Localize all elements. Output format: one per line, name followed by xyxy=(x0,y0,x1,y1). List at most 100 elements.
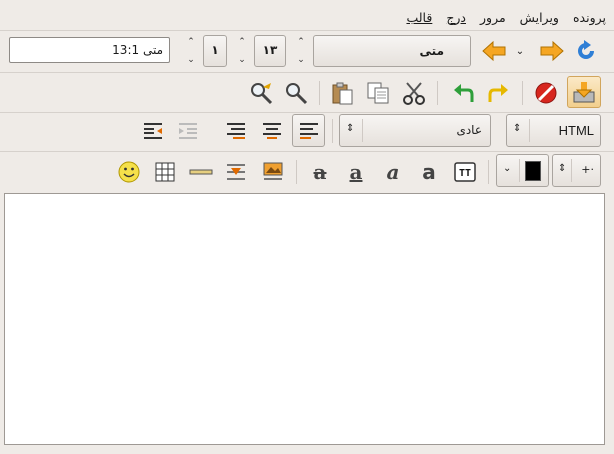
book-value: متی xyxy=(419,44,444,58)
menu-insert[interactable]: درج xyxy=(446,10,466,25)
bold-icon: a xyxy=(422,160,436,184)
spin-down-icon[interactable]: ⌄ xyxy=(297,55,305,65)
back-arrow-icon xyxy=(482,40,506,62)
menu-separator xyxy=(0,30,614,31)
book-combo[interactable]: متی xyxy=(313,35,471,67)
italic-icon: a xyxy=(386,160,400,184)
menu-edit[interactable]: ویرایش xyxy=(520,10,559,25)
font-size-spin[interactable]: ⇕ +· xyxy=(552,154,601,187)
copy-icon xyxy=(367,82,389,104)
toolbar-divider xyxy=(332,119,333,143)
find-button[interactable] xyxy=(280,77,312,109)
align-left-icon xyxy=(300,123,318,139)
redo-icon xyxy=(488,84,508,102)
chevron-updown-icon: ⇕ xyxy=(346,123,355,134)
toolbar-divider xyxy=(522,81,523,105)
spin-down-icon[interactable]: ⌄ xyxy=(238,55,246,65)
forward-button[interactable] xyxy=(536,35,568,67)
align-left-button[interactable] xyxy=(292,114,325,147)
menu-format[interactable]: قالب xyxy=(406,10,432,25)
indent-button[interactable] xyxy=(137,115,169,147)
spin-up-icon[interactable]: ⌃ xyxy=(297,37,305,47)
outdent-button[interactable] xyxy=(172,115,204,147)
combo-divider xyxy=(519,159,520,182)
toolbar-separator xyxy=(0,72,614,73)
align-right-button[interactable] xyxy=(220,115,252,147)
insert-image-button[interactable] xyxy=(257,156,289,188)
editor-mode-value: HTML xyxy=(558,123,594,138)
text-color-button[interactable]: ⌄ xyxy=(496,154,549,187)
editor-mode-combo[interactable]: ⇕ HTML xyxy=(506,114,601,147)
bold-button[interactable]: a xyxy=(413,156,445,188)
chevron-down-icon: ⌄ xyxy=(515,45,525,57)
align-center-icon xyxy=(263,123,281,139)
toolbar-divider xyxy=(319,81,320,105)
insert-horizontal-rule-button[interactable] xyxy=(185,156,217,188)
underline-icon: a xyxy=(349,160,363,184)
save-button[interactable] xyxy=(567,76,601,108)
menu-bar: پرونده ویرایش مرور درج قالب xyxy=(0,4,614,30)
combo-divider xyxy=(571,159,572,182)
location-entry[interactable]: متی 13:1 xyxy=(9,37,170,63)
chapter-spin-arrows[interactable]: ⌃ ⌄ xyxy=(233,37,251,65)
teletype-icon: TT xyxy=(454,162,476,182)
svg-text:TT: TT xyxy=(459,168,471,179)
toolbar-divider xyxy=(488,160,489,184)
italic-button[interactable]: a xyxy=(377,156,409,188)
chevron-updown-icon: ⇕ xyxy=(558,163,567,174)
history-dropdown-button[interactable]: ⌄ xyxy=(508,35,532,67)
verse-spin-arrows[interactable]: ⌃ ⌄ xyxy=(182,37,200,65)
find-replace-button[interactable] xyxy=(245,77,277,109)
combo-divider xyxy=(529,119,530,142)
paste-button[interactable] xyxy=(326,77,358,109)
toolbar-separator xyxy=(0,151,614,152)
paragraph-style-value: عادی xyxy=(456,123,482,137)
chevron-updown-icon: ⇕ xyxy=(513,123,522,134)
spin-up-icon[interactable]: ⌃ xyxy=(238,37,246,47)
table-icon xyxy=(155,162,175,182)
chapter-spin[interactable]: ۱۳ xyxy=(254,35,286,67)
insert-anchor-button[interactable] xyxy=(220,156,252,188)
spin-down-icon[interactable]: ⌄ xyxy=(187,55,195,65)
color-swatch xyxy=(525,161,541,181)
strikethrough-button[interactable]: a xyxy=(304,156,336,188)
image-icon xyxy=(263,162,283,180)
menu-view[interactable]: مرور xyxy=(480,10,506,25)
anchor-icon xyxy=(227,164,245,180)
find-replace-icon xyxy=(251,83,273,105)
copy-button[interactable] xyxy=(362,77,394,109)
refresh-button[interactable] xyxy=(570,35,602,67)
toolbar-separator xyxy=(0,112,614,113)
undo-icon xyxy=(454,84,474,102)
verse-spin[interactable]: ۱ xyxy=(203,35,227,67)
redo-button[interactable] xyxy=(483,77,515,109)
verse-value: ۱ xyxy=(211,43,219,57)
combo-divider xyxy=(362,119,363,142)
refresh-icon xyxy=(578,40,594,59)
toolbar-divider xyxy=(296,160,297,184)
undo-button[interactable] xyxy=(447,77,479,109)
cut-button[interactable] xyxy=(398,77,430,109)
align-center-button[interactable] xyxy=(256,115,288,147)
paragraph-style-combo[interactable]: ⇕ عادی xyxy=(339,114,491,147)
menu-file[interactable]: پرونده xyxy=(573,10,606,25)
horizontal-rule-icon xyxy=(189,169,213,175)
spin-up-icon[interactable]: ⌃ xyxy=(187,37,195,47)
font-size-value: +· xyxy=(581,163,594,176)
toolbar-divider xyxy=(437,81,438,105)
chapter-value: ۱۳ xyxy=(262,43,278,57)
editor-area[interactable] xyxy=(4,193,605,445)
stop-icon xyxy=(535,82,557,104)
chevron-down-icon: ⌄ xyxy=(503,163,512,174)
forward-arrow-icon xyxy=(540,40,564,62)
book-spin-arrows[interactable]: ⌃ ⌄ xyxy=(292,37,310,65)
teletype-button[interactable]: TT xyxy=(449,156,481,188)
strikethrough-icon: a xyxy=(313,160,327,184)
insert-emoticon-button[interactable] xyxy=(113,156,145,188)
insert-table-button[interactable] xyxy=(149,156,181,188)
cancel-button[interactable] xyxy=(530,77,562,109)
back-button[interactable] xyxy=(478,35,510,67)
smiley-icon xyxy=(118,161,140,183)
underline-button[interactable]: a xyxy=(340,156,372,188)
align-right-icon xyxy=(227,123,245,139)
